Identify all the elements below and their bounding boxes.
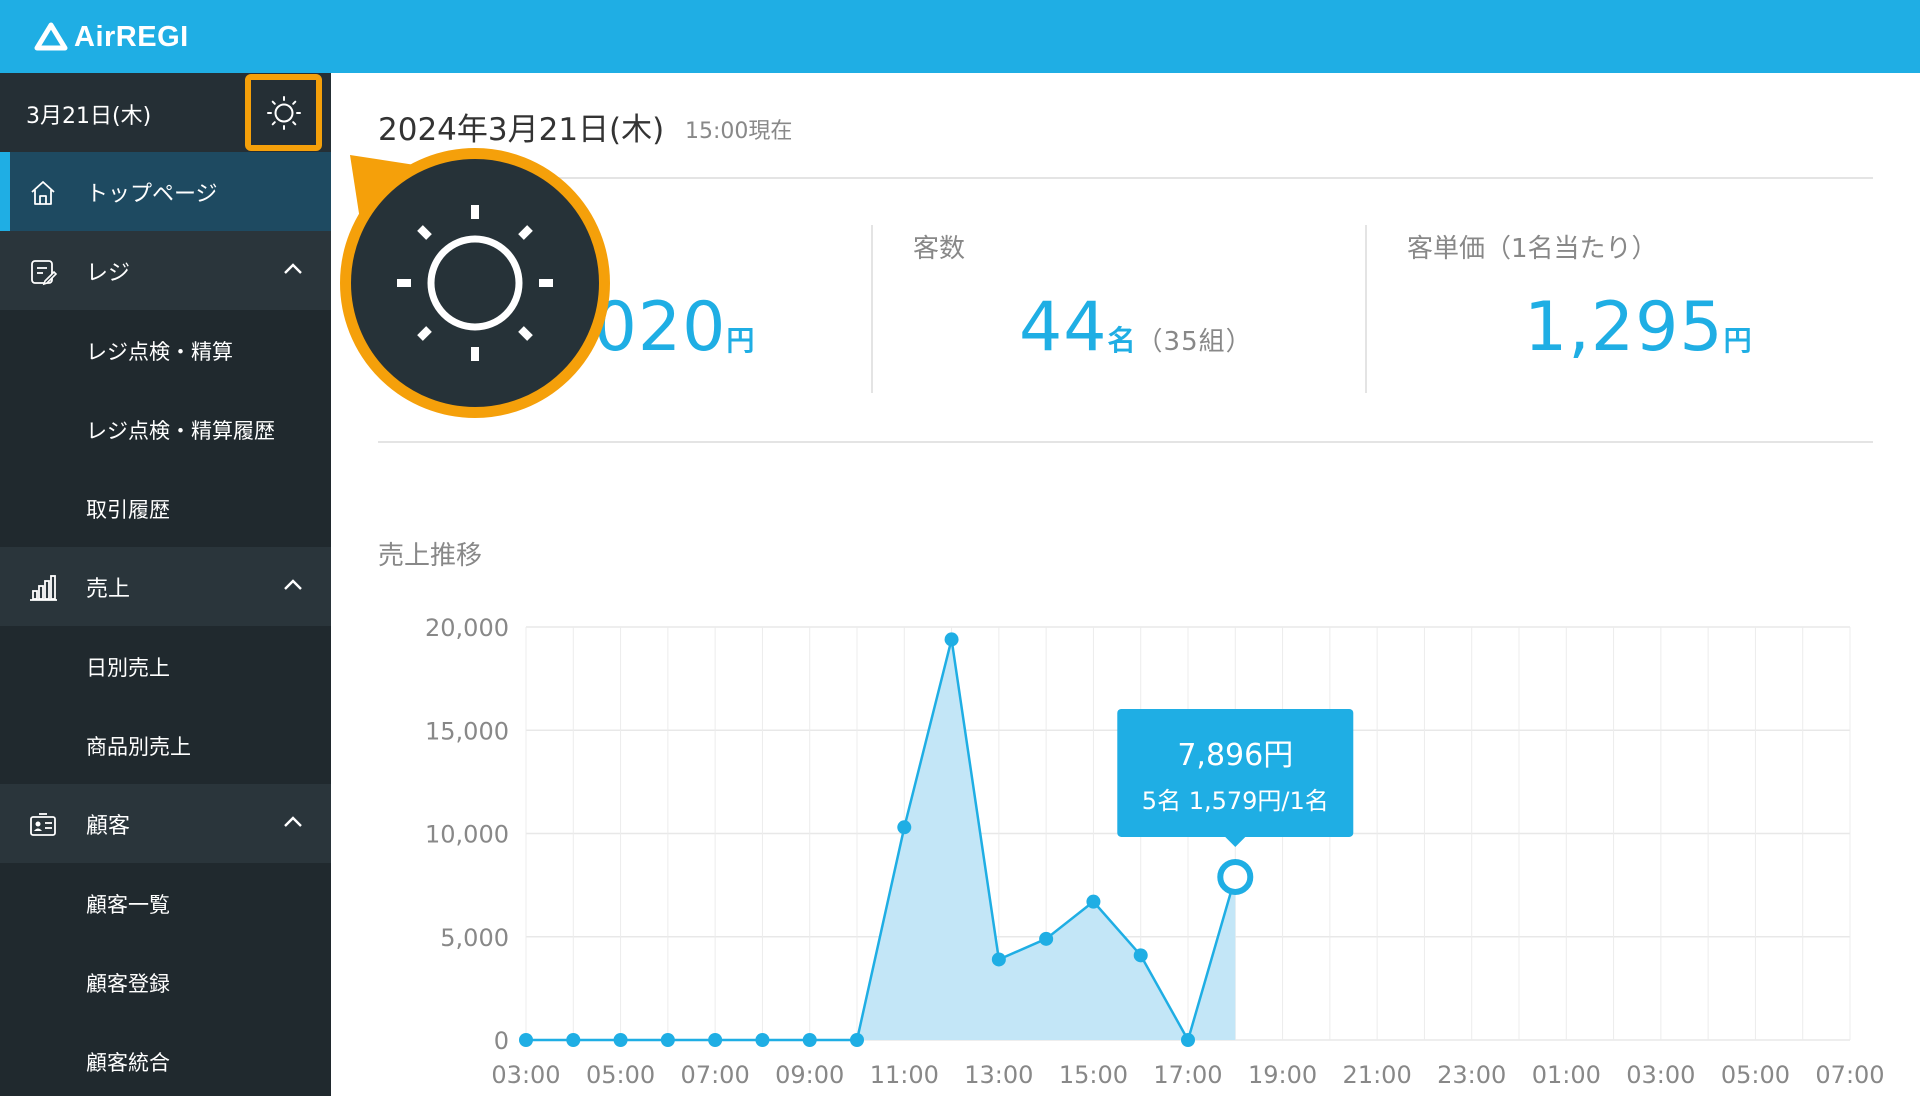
sidebar-item-label: 売上 [86, 577, 131, 602]
chevron-up-icon[interactable] [282, 577, 304, 593]
register-icon [31, 260, 58, 286]
sidebar-subitem-customer-list[interactable]: 顧客一覧 [0, 863, 331, 942]
sidebar-subitem-label: レジ点検・精算 [86, 340, 233, 364]
data-point [850, 1033, 864, 1047]
sidebar-item-customers[interactable]: 顧客 [0, 784, 331, 863]
x-tick-label: 07:00 [681, 1061, 750, 1089]
x-tick-label: 19:00 [1248, 1061, 1317, 1089]
sidebar-date: 3月21日(木) [26, 104, 152, 129]
y-tick-label: 0 [494, 1027, 509, 1055]
data-point [897, 820, 912, 835]
chevron-up-icon[interactable] [282, 814, 304, 830]
sidebar-item-top-page[interactable]: トップページ [0, 152, 331, 231]
x-tick-label: 17:00 [1153, 1061, 1222, 1089]
sidebar-subitem-register-check-history[interactable]: レジ点検・精算履歴 [0, 389, 331, 468]
sidebar-subitem-product-sales[interactable]: 商品別売上 [0, 705, 331, 784]
app-logo[interactable]: AirREGI [34, 18, 189, 56]
data-point [566, 1033, 581, 1047]
y-tick-label: 10,000 [425, 821, 509, 849]
sidebar-subitem-label: 顧客一覧 [86, 893, 170, 917]
data-point [1181, 1033, 1195, 1047]
sun-icon [397, 205, 553, 361]
data-point [708, 1033, 723, 1047]
sidebar-item-sales[interactable]: 売上 [0, 547, 331, 626]
data-point [1086, 894, 1101, 909]
y-tick-label: 5,000 [440, 924, 509, 952]
y-tick-label: 15,000 [425, 717, 509, 745]
chevron-up-icon[interactable] [282, 261, 304, 277]
x-tick-label: 07:00 [1815, 1061, 1884, 1089]
data-point [660, 1033, 675, 1047]
chart-tooltip-pointer [1225, 836, 1246, 847]
sidebar-subitem-daily-sales[interactable]: 日別売上 [0, 626, 331, 705]
zoom-callout [340, 148, 610, 418]
sidebar-subitem-label: レジ点検・精算履歴 [86, 419, 275, 443]
sales-area [526, 639, 1236, 1040]
data-point [802, 1033, 817, 1047]
highlighted-data-point [1217, 858, 1254, 895]
x-tick-label: 23:00 [1437, 1061, 1506, 1089]
home-icon [31, 181, 55, 205]
data-point [755, 1033, 770, 1047]
sidebar-item-label: トップページ [86, 182, 218, 207]
tooltip-amount: 7,896円 [1177, 738, 1293, 773]
data-point [944, 632, 959, 647]
sidebar-subitem-label: 顧客統合 [86, 1051, 170, 1075]
sidebar-subitem-customer-merge[interactable]: 顧客統合 [0, 1021, 331, 1096]
y-tick-label: 20,000 [425, 614, 509, 642]
app-name: AirREGI [74, 20, 189, 53]
x-tick-label: 03:00 [491, 1061, 560, 1089]
x-tick-label: 21:00 [1343, 1061, 1412, 1089]
sidebar: 3月21日(木) トップページ レジ レジ点検・精算 レジ点検・精算履歴 取引履… [0, 73, 331, 1096]
x-tick-label: 03:00 [1626, 1061, 1695, 1089]
x-tick-label: 05:00 [1721, 1061, 1790, 1089]
x-tick-label: 05:00 [586, 1061, 655, 1089]
sidebar-subitem-register-check[interactable]: レジ点検・精算 [0, 310, 331, 389]
x-tick-label: 11:00 [870, 1061, 939, 1089]
sidebar-subitem-label: 商品別売上 [86, 735, 191, 759]
bar-chart-icon [30, 575, 57, 601]
sidebar-subitem-transaction-history[interactable]: 取引履歴 [0, 468, 331, 547]
data-point [519, 1033, 533, 1047]
data-point [991, 952, 1006, 967]
sidebar-subitem-label: 日別売上 [86, 656, 170, 680]
sidebar-subitem-label: 取引履歴 [86, 498, 170, 522]
x-tick-label: 09:00 [775, 1061, 844, 1089]
sidebar-item-register[interactable]: レジ [0, 231, 331, 310]
weather-button[interactable] [245, 74, 322, 151]
sidebar-item-label: 顧客 [86, 814, 131, 839]
tooltip-detail: 5名 1,579円/1名 [1142, 787, 1329, 815]
x-tick-label: 15:00 [1059, 1061, 1128, 1089]
logo-mark-icon [34, 22, 68, 51]
sidebar-date-row: 3月21日(木) [0, 73, 331, 152]
sidebar-item-label: レジ [86, 261, 131, 286]
data-point [1039, 931, 1054, 946]
sidebar-subitem-customer-register[interactable]: 顧客登録 [0, 942, 331, 1021]
data-point [613, 1033, 628, 1047]
sidebar-subitem-label: 顧客登録 [86, 972, 170, 996]
sun-icon [266, 95, 301, 130]
data-point [1133, 948, 1148, 963]
x-tick-label: 13:00 [964, 1061, 1033, 1089]
customer-card-icon [30, 813, 56, 836]
top-bar: AirREGI [0, 0, 1920, 73]
x-tick-label: 01:00 [1532, 1061, 1601, 1089]
